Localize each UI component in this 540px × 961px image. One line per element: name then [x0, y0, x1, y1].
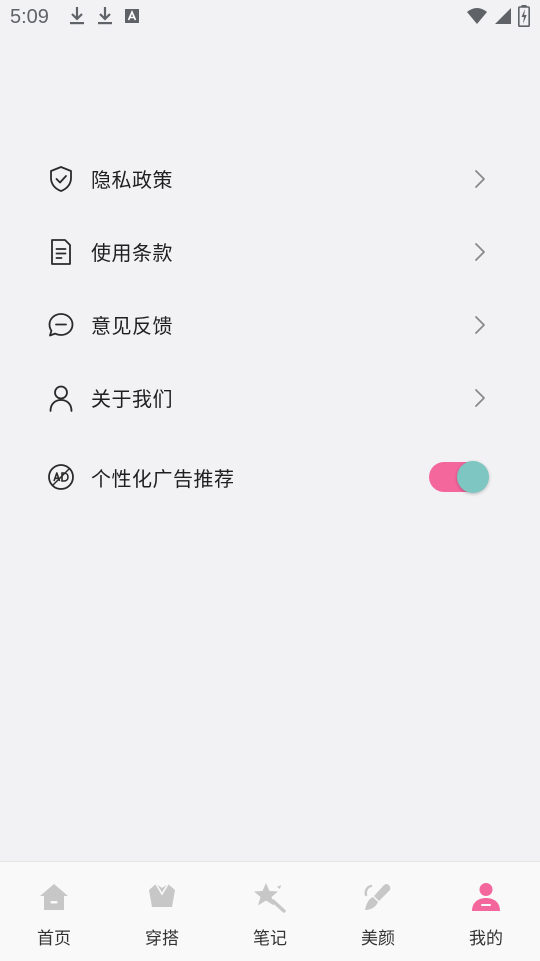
settings-menu: 隐私政策 使用条款 意见反馈 关于我们 个性化广告推荐	[0, 142, 540, 520]
shield-check-icon	[47, 165, 75, 193]
tab-label: 美颜	[361, 929, 395, 949]
menu-item-label: 意见反馈	[91, 314, 173, 338]
ad-icon	[47, 463, 75, 491]
tab-label: 笔记	[253, 929, 287, 949]
signal-icon	[494, 7, 512, 29]
document-icon	[47, 238, 75, 266]
menu-item-personalized-ads: 个性化广告推荐	[0, 434, 540, 520]
tab-home[interactable]: 首页	[0, 862, 108, 961]
a-badge-icon	[124, 8, 140, 28]
download-icon	[96, 6, 114, 30]
battery-icon	[518, 5, 530, 31]
toggle-knob	[457, 461, 489, 493]
personalized-ads-toggle[interactable]	[429, 461, 489, 493]
tab-label: 穿搭	[145, 929, 179, 949]
chevron-right-icon	[472, 387, 488, 409]
tab-notes[interactable]: 笔记	[216, 862, 324, 961]
menu-item-label: 个性化广告推荐	[91, 466, 235, 491]
chevron-right-icon	[472, 241, 488, 263]
tab-profile[interactable]: 我的	[432, 862, 540, 961]
status-bar: 5:09	[0, 0, 540, 36]
bottom-nav: 首页 穿搭 笔记 美颜 我的	[0, 861, 540, 961]
menu-item-feedback[interactable]: 意见反馈	[0, 288, 540, 361]
chevron-right-icon	[472, 314, 488, 336]
menu-item-label: 隐私政策	[91, 168, 173, 192]
menu-item-about-us[interactable]: 关于我们	[0, 361, 540, 434]
menu-item-privacy-policy[interactable]: 隐私政策	[0, 142, 540, 215]
menu-item-label: 使用条款	[91, 241, 173, 265]
user-icon	[47, 384, 75, 412]
menu-item-label: 关于我们	[91, 387, 173, 411]
tab-outfit[interactable]: 穿搭	[108, 862, 216, 961]
outfit-icon	[145, 880, 179, 914]
home-icon	[37, 880, 71, 914]
chevron-right-icon	[472, 168, 488, 190]
notes-star-icon	[253, 880, 287, 914]
download-icon	[68, 6, 86, 30]
beauty-brush-icon	[361, 880, 395, 914]
chat-bubble-icon	[47, 311, 75, 339]
tab-label: 首页	[37, 929, 71, 949]
status-system-icons	[466, 5, 530, 31]
menu-item-terms-of-use[interactable]: 使用条款	[0, 215, 540, 288]
wifi-icon	[466, 7, 488, 29]
tab-beauty[interactable]: 美颜	[324, 862, 432, 961]
tab-label: 我的	[469, 929, 503, 949]
profile-icon	[469, 880, 503, 914]
status-time: 5:09	[10, 6, 49, 28]
status-notifications	[68, 7, 140, 29]
